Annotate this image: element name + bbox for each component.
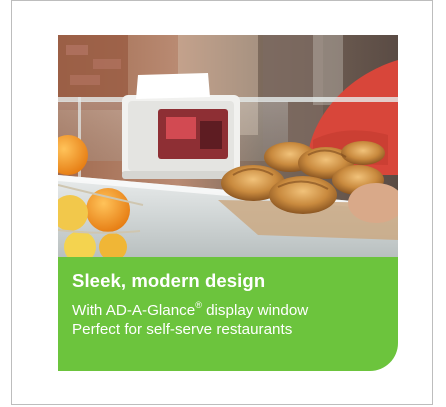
promo-photo-illustration (58, 35, 398, 257)
promo-photo (58, 35, 398, 257)
promo-headline: Sleek, modern design (72, 270, 266, 291)
promo-card: Sleek, modern design With AD-A-Glance® d… (58, 35, 398, 371)
promo-line-display-window: With AD-A-Glance® display window (72, 299, 384, 320)
promo-line-self-serve: Perfect for self-serve restaurants (72, 321, 293, 338)
promo-line1-prefix: With AD-A-Glance (72, 302, 196, 319)
promo-text-panel: Sleek, modern design With AD-A-Glance® d… (58, 257, 398, 371)
registered-mark: ® (195, 299, 202, 310)
promo-line1-suffix: display window (201, 302, 309, 319)
